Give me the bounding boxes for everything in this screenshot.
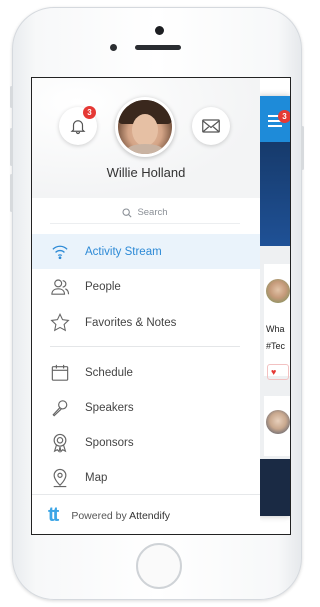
map-pin-icon [49, 467, 71, 489]
notifications-badge: 3 [83, 106, 96, 119]
main-app-preview[interactable]: 3 Wha #Tec ♥ [260, 96, 290, 516]
nav-label: Speakers [85, 401, 134, 414]
wifi-icon [49, 241, 71, 263]
post-text-line-1: Wha [266, 324, 285, 334]
like-button[interactable]: ♥ [267, 364, 289, 380]
attendify-logo-icon: tt [48, 504, 59, 526]
nav-label: Favorites & Notes [85, 316, 177, 329]
nav-label: Sponsors [85, 436, 134, 449]
nav-item-schedule[interactable]: Schedule [32, 355, 260, 390]
heart-icon: ♥ [271, 367, 277, 377]
front-camera [155, 26, 164, 35]
calendar-icon [49, 362, 71, 384]
post-author-avatar-2[interactable] [266, 410, 290, 434]
earpiece-speaker [135, 45, 181, 50]
nav-item-sponsors[interactable]: Sponsors [32, 425, 260, 460]
search-field[interactable]: Search [50, 202, 240, 224]
nav-label: Schedule [85, 366, 133, 379]
nav-item-people[interactable]: People [32, 269, 260, 304]
avatar-photo [118, 100, 172, 154]
star-icon [49, 312, 71, 334]
nav-label: People [85, 280, 121, 293]
home-button[interactable] [136, 543, 182, 589]
search-placeholder: Search [137, 207, 168, 218]
brand-name: Attendify [129, 509, 170, 522]
powered-by-footer[interactable]: tt Powered by Attendify [32, 494, 260, 534]
post-text-line-2: #Tec [266, 341, 286, 351]
nav-label: Map [85, 471, 108, 484]
volume-down-button [10, 174, 13, 212]
proximity-sensor [110, 44, 117, 51]
envelope-icon [202, 119, 220, 133]
screen: 3 Wha #Tec ♥ 3 Willie Holland Search Act… [31, 77, 291, 535]
award-icon [49, 432, 71, 454]
nav-label: Activity Stream [85, 245, 162, 258]
powered-by-label: Powered by [71, 509, 127, 522]
mute-switch [10, 86, 13, 108]
profile-header: 3 Willie Holland [32, 78, 260, 198]
user-name: Willie Holland [106, 165, 186, 180]
nav-item-map[interactable]: Map [32, 460, 260, 495]
post-author-avatar[interactable] [266, 279, 290, 303]
nav-item-favorites-notes[interactable]: Favorites & Notes [32, 305, 260, 340]
nav-item-activity-stream[interactable]: Activity Stream [32, 234, 260, 269]
volume-up-button [10, 128, 13, 166]
navigation-drawer: 3 Willie Holland Search Activity Stream … [32, 78, 260, 534]
bell-icon [70, 120, 86, 135]
nav-divider [50, 346, 240, 347]
power-button [301, 126, 304, 170]
event-banner [260, 142, 290, 246]
image-strip [260, 459, 290, 516]
avatar[interactable] [115, 97, 175, 157]
people-icon [49, 276, 71, 298]
app-header-bar: 3 [260, 96, 290, 142]
microphone-icon [49, 397, 71, 419]
messages-button[interactable] [192, 107, 230, 145]
search-icon [122, 207, 132, 218]
nav-item-speakers[interactable]: Speakers [32, 390, 260, 425]
powered-by-text: Powered by Attendify [71, 510, 170, 522]
menu-notification-badge: 3 [278, 110, 290, 123]
